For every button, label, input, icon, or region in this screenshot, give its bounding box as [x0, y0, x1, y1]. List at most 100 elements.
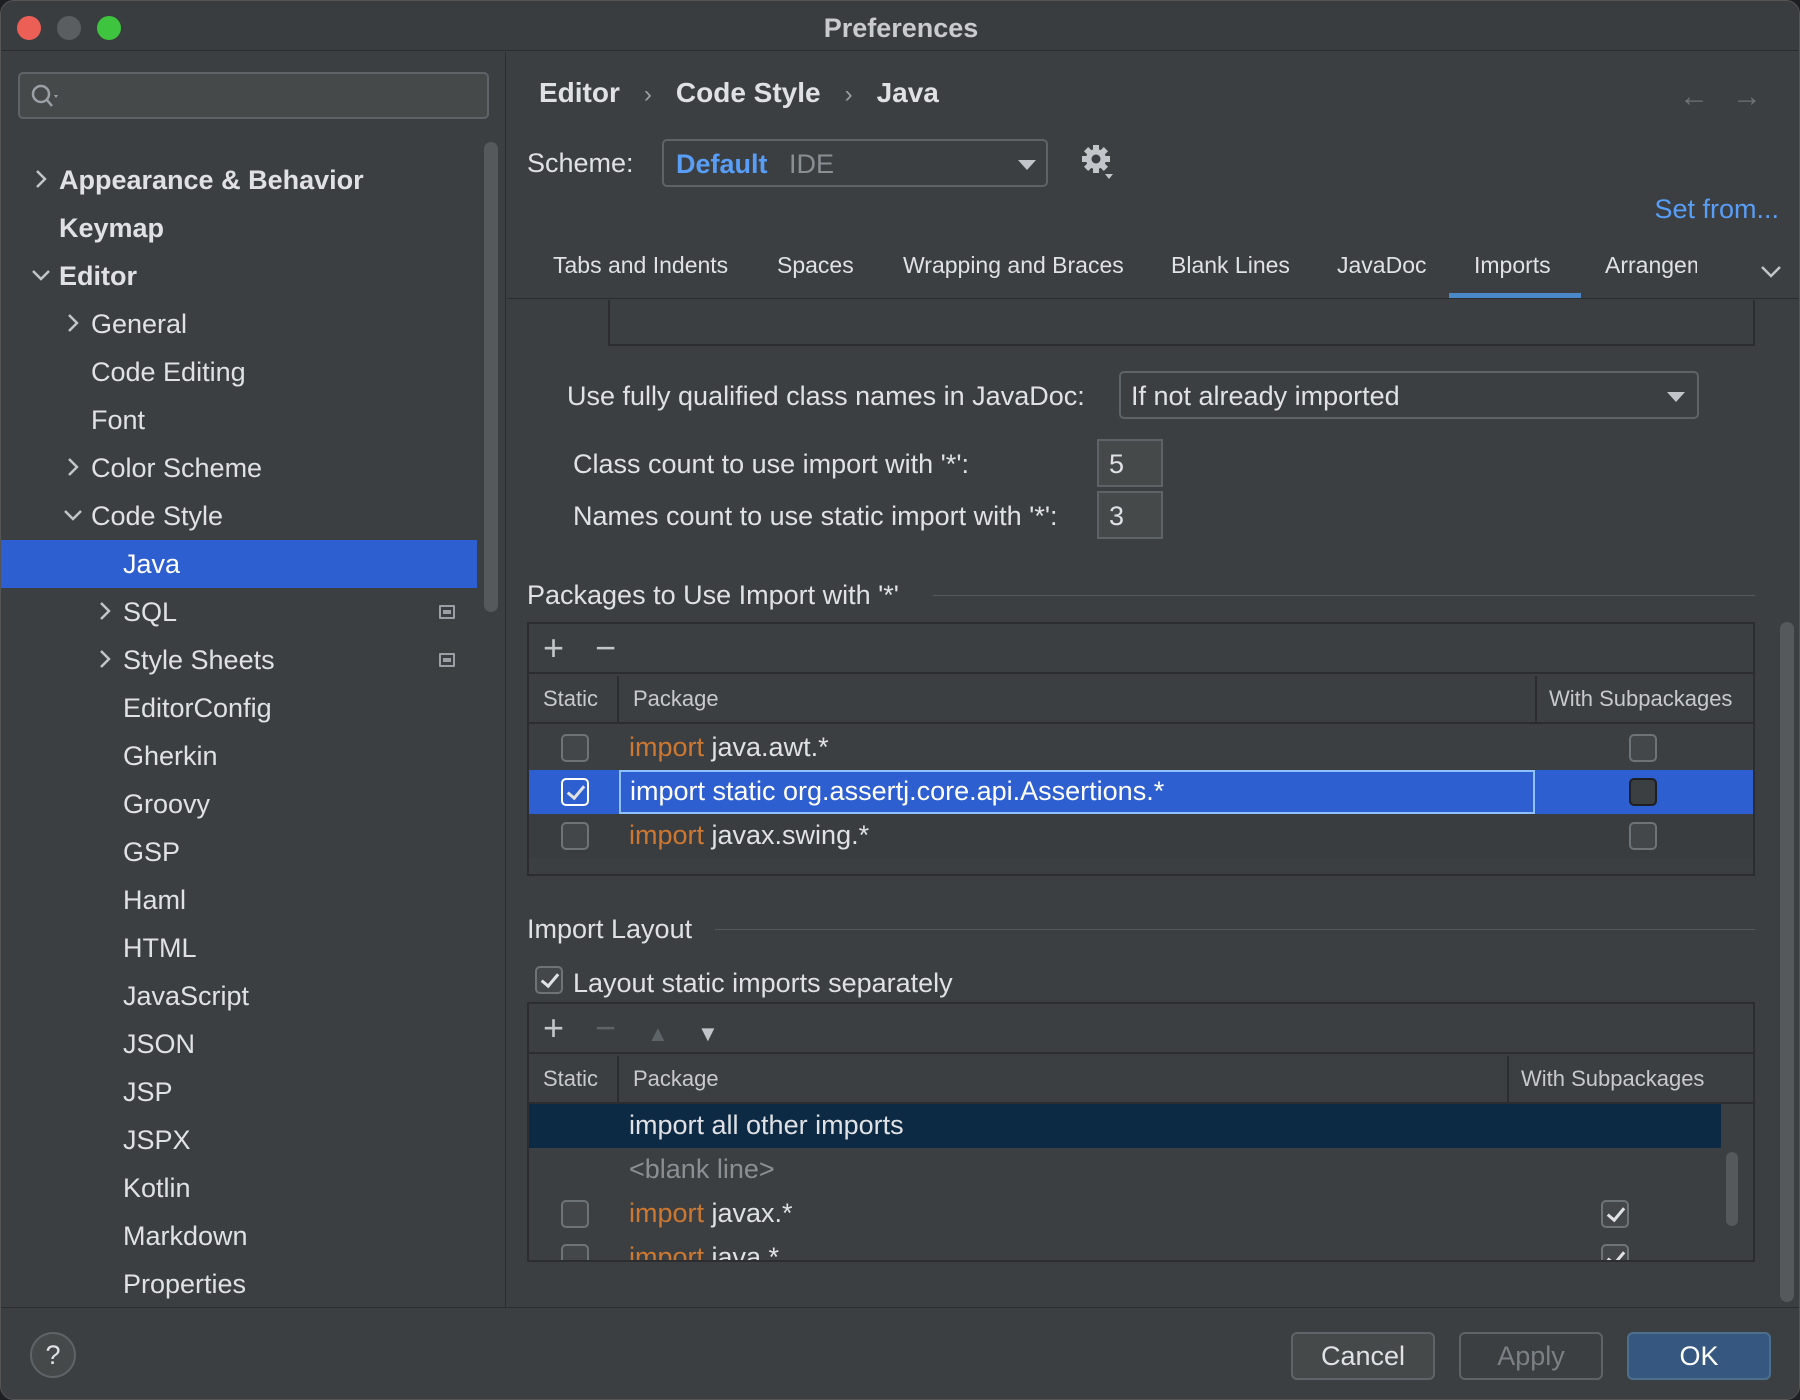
- move-down-button[interactable]: ▼: [697, 1016, 719, 1052]
- with-subpackages-checkbox[interactable]: [1629, 778, 1657, 806]
- table-row[interactable]: import javax.*: [529, 1192, 1753, 1236]
- package-edit-field[interactable]: import static org.assertj.core.api.Asser…: [619, 770, 1535, 814]
- tab-blank-lines[interactable]: Blank Lines: [1171, 252, 1290, 279]
- tab-tabs-and-indents[interactable]: Tabs and Indents: [553, 252, 728, 279]
- set-from-link[interactable]: Set from...: [1654, 194, 1779, 225]
- sidebar-item-label: Java: [123, 549, 181, 579]
- sidebar-item-appearance-behavior[interactable]: Appearance & Behavior: [1, 156, 477, 204]
- add-entry-button[interactable]: +: [543, 1010, 564, 1046]
- layout-static-separately-checkbox[interactable]: [535, 966, 563, 994]
- forward-arrow-icon[interactable]: →: [1732, 80, 1762, 114]
- table-row[interactable]: import javax.swing.*: [529, 814, 1753, 858]
- sidebar-item-groovy[interactable]: Groovy: [1, 780, 477, 828]
- chevron-right-icon[interactable]: [61, 444, 85, 492]
- static-checkbox[interactable]: [561, 1200, 589, 1228]
- chevron-right-icon[interactable]: [93, 588, 117, 636]
- static-checkbox[interactable]: [561, 734, 589, 762]
- table-row[interactable]: <blank line>: [529, 1148, 1753, 1192]
- sidebar-item-label: Gherkin: [123, 741, 218, 771]
- sidebar-item-properties[interactable]: Properties: [1, 1260, 477, 1307]
- sidebar-item-gherkin[interactable]: Gherkin: [1, 732, 477, 780]
- sidebar-item-keymap[interactable]: Keymap: [1, 204, 477, 252]
- javadoc-qualified-label: Use fully qualified class names in JavaD…: [567, 381, 1085, 411]
- sidebar-item-kotlin[interactable]: Kotlin: [1, 1164, 477, 1212]
- tab-spaces[interactable]: Spaces: [777, 252, 854, 279]
- main-scrollbar[interactable]: [1780, 622, 1794, 1302]
- scheme-dropdown[interactable]: Default IDE: [662, 139, 1048, 187]
- chevron-right-icon[interactable]: [93, 636, 117, 684]
- tab-wrapping-and-braces[interactable]: Wrapping and Braces: [903, 252, 1124, 279]
- column-static[interactable]: Static: [543, 1066, 598, 1092]
- remove-package-button[interactable]: −: [595, 630, 616, 666]
- column-divider: [617, 1056, 619, 1104]
- sidebar-item-font[interactable]: Font: [1, 396, 477, 444]
- chevron-down-icon[interactable]: [29, 252, 53, 300]
- sidebar-item-code-style[interactable]: Code Style: [1, 492, 477, 540]
- help-button[interactable]: ?: [30, 1332, 76, 1378]
- column-static[interactable]: Static: [543, 686, 598, 712]
- sidebar-item-javascript[interactable]: JavaScript: [1, 972, 477, 1020]
- gear-icon[interactable]: [1081, 144, 1115, 180]
- apply-button[interactable]: Apply: [1459, 1332, 1603, 1380]
- with-subpackages-checkbox[interactable]: [1601, 1244, 1629, 1260]
- with-subpackages-checkbox[interactable]: [1629, 822, 1657, 850]
- sidebar-item-editor[interactable]: Editor: [1, 252, 477, 300]
- static-checkbox[interactable]: [561, 822, 589, 850]
- column-with-subpackages[interactable]: With Subpackages: [1521, 1066, 1704, 1092]
- sidebar-item-general[interactable]: General: [1, 300, 477, 348]
- tab-javadoc[interactable]: JavaDoc: [1337, 252, 1426, 279]
- tab-imports[interactable]: Imports: [1474, 252, 1551, 279]
- static-checkbox[interactable]: [561, 778, 589, 806]
- remove-entry-button[interactable]: −: [595, 1010, 616, 1046]
- table-row-selected[interactable]: import static org.assertj.core.api.Asser…: [529, 770, 1753, 814]
- add-package-button[interactable]: +: [543, 630, 564, 666]
- column-package[interactable]: Package: [633, 1066, 719, 1092]
- sidebar-item-code-editing[interactable]: Code Editing: [1, 348, 477, 396]
- layout-static-separately-label[interactable]: Layout static imports separately: [573, 968, 953, 999]
- back-arrow-icon[interactable]: ←: [1679, 80, 1709, 114]
- tabs-overflow-chevron-icon[interactable]: [1759, 264, 1783, 280]
- package-name: javax.*: [704, 1198, 793, 1228]
- class-count-input[interactable]: 5: [1097, 439, 1163, 487]
- with-subpackages-checkbox[interactable]: [1601, 1200, 1629, 1228]
- column-package[interactable]: Package: [633, 686, 719, 712]
- sidebar-item-sql[interactable]: SQL: [1, 588, 477, 636]
- search-input[interactable]: [18, 72, 489, 119]
- with-subpackages-checkbox[interactable]: [1629, 734, 1657, 762]
- table-row[interactable]: import java.awt.*: [529, 726, 1753, 770]
- sidebar-item-style-sheets[interactable]: Style Sheets: [1, 636, 477, 684]
- breadcrumb-editor[interactable]: Editor: [539, 77, 620, 109]
- sidebar-item-markdown[interactable]: Markdown: [1, 1212, 477, 1260]
- cancel-button[interactable]: Cancel: [1291, 1332, 1435, 1380]
- sidebar-item-jspx[interactable]: JSPX: [1, 1116, 477, 1164]
- names-count-input[interactable]: 3: [1097, 491, 1163, 539]
- ok-button[interactable]: OK: [1627, 1332, 1771, 1380]
- breadcrumb-code-style[interactable]: Code Style: [676, 77, 821, 109]
- import-layout-section-title: Import Layout: [527, 914, 693, 944]
- sidebar-item-json[interactable]: JSON: [1, 1020, 477, 1068]
- sidebar-scrollbar[interactable]: [484, 142, 498, 612]
- javadoc-qualified-dropdown[interactable]: If not already imported: [1119, 371, 1699, 419]
- chevron-right-icon[interactable]: [29, 156, 53, 204]
- chevron-right-icon[interactable]: [61, 300, 85, 348]
- sidebar-item-editorconfig[interactable]: EditorConfig: [1, 684, 477, 732]
- import-keyword: import: [629, 1198, 705, 1228]
- sidebar-item-jsp[interactable]: JSP: [1, 1068, 477, 1116]
- sidebar-item-label: Color Scheme: [91, 453, 263, 483]
- sidebar-item-java[interactable]: Java: [1, 540, 477, 588]
- sidebar-item-haml[interactable]: Haml: [1, 876, 477, 924]
- tab-arrangement[interactable]: Arrangem: [1605, 252, 1697, 279]
- settings-sidebar: Appearance & Behavior Keymap Editor General…: [1, 52, 506, 1307]
- static-checkbox[interactable]: [561, 1244, 589, 1260]
- column-with-subpackages[interactable]: With Subpackages: [1549, 686, 1732, 712]
- chevron-down-icon[interactable]: [61, 492, 85, 540]
- sidebar-item-gsp[interactable]: GSP: [1, 828, 477, 876]
- title-bar: Preferences: [1, 1, 1799, 51]
- table-row-selected[interactable]: import all other imports: [529, 1104, 1721, 1148]
- table-row[interactable]: import java.*: [529, 1236, 1753, 1260]
- move-up-button[interactable]: ▲: [647, 1016, 669, 1052]
- sidebar-item-color-scheme[interactable]: Color Scheme: [1, 444, 477, 492]
- sidebar-item-html[interactable]: HTML: [1, 924, 477, 972]
- import-layout-scrollbar[interactable]: [1726, 1152, 1738, 1226]
- search-icon: [31, 84, 58, 107]
